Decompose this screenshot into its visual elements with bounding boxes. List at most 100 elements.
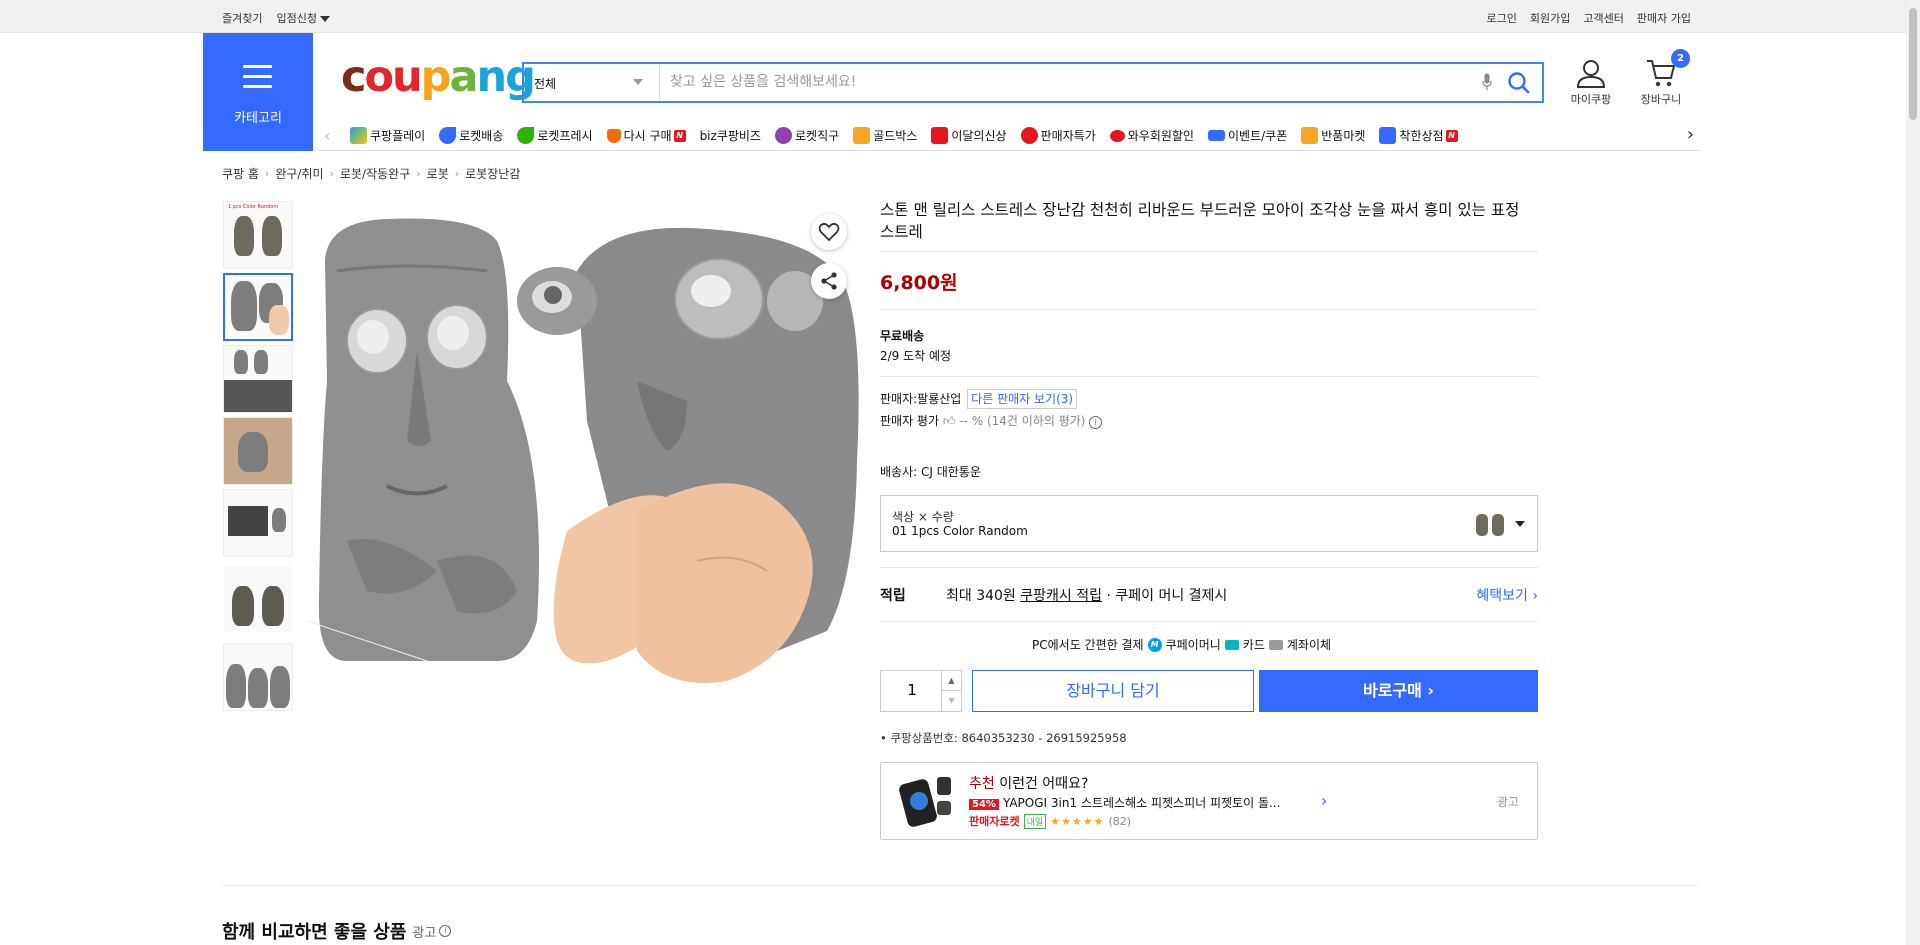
scrollbar-thumb[interactable] xyxy=(1909,8,1917,120)
nav-label: 와우회원할인 xyxy=(1127,129,1194,143)
microphone-icon[interactable] xyxy=(1482,73,1492,91)
breadcrumb-item[interactable]: 쿠팡 홈 xyxy=(222,165,259,182)
recommendation-ad[interactable]: 추천 이런건 어때요? 54% YAPOGI 3in1 스트레스해소 피젯스피너 … xyxy=(880,762,1538,840)
benefits-button[interactable]: 혜택보기 › xyxy=(1476,585,1538,605)
caret-down-icon xyxy=(319,16,330,22)
chevron-down-icon xyxy=(1515,521,1525,527)
favorites-link[interactable]: 즐겨찾기 xyxy=(222,10,262,26)
option-select[interactable]: 색상 × 수량 01 1pcs Color Random xyxy=(880,495,1538,552)
nav-return-market[interactable]: 반품마켓 xyxy=(1301,127,1365,144)
nav-good-store[interactable]: 착한상점 N xyxy=(1379,127,1458,144)
arrival-date: 2/9 도착 예정 xyxy=(880,349,952,363)
product-main-image[interactable] xyxy=(307,201,864,745)
quantity-input[interactable] xyxy=(881,681,943,699)
info-icon[interactable]: i xyxy=(439,925,452,937)
breadcrumb: 쿠팡 홈 › 완구/취미 › 로봇/작동완구 › 로봇 › 로봇장난감 xyxy=(222,165,520,182)
search-category-value: 전체 xyxy=(534,77,557,91)
seller-label: 판매자: xyxy=(880,392,918,406)
logo-letter-a: a xyxy=(449,52,478,102)
nav-seller-deals[interactable]: 판매자특가 xyxy=(1020,127,1096,144)
product-thumbnail[interactable] xyxy=(223,489,293,557)
bank-icon xyxy=(1268,639,1283,650)
compare-section-title: 함께 비교하면 좋을 상품 광고 i xyxy=(222,918,452,944)
percent-icon xyxy=(1020,127,1038,144)
breadcrumb-item[interactable]: 로봇장난감 xyxy=(465,165,520,182)
cart-label: 장바구니 xyxy=(1640,93,1682,106)
product-title: 스톤 맨 릴리스 스트레스 장난감 천천히 리바운드 부드러운 모아이 조각상 … xyxy=(880,201,1520,241)
info-icon[interactable]: i xyxy=(1089,416,1103,429)
quantity-decrease-icon[interactable]: ▼ xyxy=(941,691,961,711)
buy-now-button[interactable]: 바로구매 › xyxy=(1259,670,1538,712)
recommended-product-meta: 판매자로켓 내일 ★★★★★ (82) xyxy=(969,813,1131,829)
nav-label: 반품마켓 xyxy=(1321,129,1366,143)
my-coupang-button[interactable]: 마이쿠팡 xyxy=(1565,58,1617,107)
chevron-down-icon xyxy=(633,79,643,85)
divider xyxy=(880,251,1538,252)
my-coupang-label: 마이쿠팡 xyxy=(1570,93,1612,106)
nav-next-arrow-icon[interactable]: › xyxy=(1687,124,1694,145)
breadcrumb-item[interactable]: 완구/취미 xyxy=(275,165,323,182)
moai-squeeze-toy-illustration xyxy=(307,218,859,683)
nav-rocket-delivery[interactable]: 로켓배송 xyxy=(439,127,503,144)
divider xyxy=(880,376,1538,377)
search-icon[interactable] xyxy=(1506,70,1532,96)
nav-goldbox[interactable]: 골드박스 xyxy=(853,127,917,144)
nav-coupang-biz[interactable]: biz쿠팡비즈 xyxy=(700,127,761,144)
product-thumbnail[interactable]: 1 pcs Color Random xyxy=(223,201,293,269)
product-thumbnail-selected[interactable] xyxy=(223,273,293,341)
wishlist-button[interactable] xyxy=(811,214,847,250)
signup-link[interactable]: 회원가입 xyxy=(1530,10,1570,26)
reward-condition: · 쿠페이 머니 결제시 xyxy=(1102,588,1228,604)
nav-rebuy[interactable]: 다시 구매 N xyxy=(606,127,686,144)
coupon-icon xyxy=(1207,130,1225,141)
share-button[interactable] xyxy=(811,263,847,299)
payment-methods: PC에서도 간편한 결제 M 쿠페이머니 카드 계좌이체 xyxy=(1032,636,1331,653)
breadcrumb-item[interactable]: 로봇/작동완구 xyxy=(340,165,410,182)
seller-signup-link[interactable]: 판매자 가입 xyxy=(1637,10,1691,26)
nav-rocket-fresh[interactable]: 로켓프레시 xyxy=(517,127,593,144)
product-thumbnail[interactable] xyxy=(223,417,293,485)
rocket-fresh-icon xyxy=(517,127,535,144)
nav-monthly-new[interactable]: 이달의신상 xyxy=(931,127,1007,144)
coupang-logo[interactable]: coupang xyxy=(341,52,536,102)
nav-coupang-play[interactable]: 쿠팡플레이 xyxy=(350,127,425,144)
divider xyxy=(880,567,1538,568)
cart-button[interactable]: 2 장바구니 xyxy=(1633,49,1690,107)
product-thumbnail[interactable] xyxy=(223,565,293,633)
nav-label: 이달의신상 xyxy=(951,129,1007,143)
breadcrumb-item[interactable]: 로봇 xyxy=(427,165,449,182)
chevron-right-icon: › xyxy=(329,167,334,180)
chevron-right-icon: › xyxy=(264,167,270,180)
tomorrow-badge: 내일 xyxy=(1023,813,1047,829)
chevron-right-icon[interactable]: › xyxy=(1321,791,1327,810)
chevron-right-icon: › xyxy=(454,167,460,180)
seller-apply-label: 입점신청 xyxy=(276,12,317,25)
thumbs-up-icon: 👍︎ xyxy=(942,414,956,428)
nav-wow-discount[interactable]: 와우회원할인 xyxy=(1109,127,1194,144)
other-sellers-button[interactable]: 다른 판매자 보기(3) xyxy=(967,389,1078,409)
nav-prev-arrow-icon[interactable]: ‹ xyxy=(324,126,330,145)
logo-letter-c: c xyxy=(341,52,366,102)
quantity-increase-icon[interactable]: ▲ xyxy=(941,671,961,691)
nav-label: 판매자특가 xyxy=(1040,129,1096,143)
coupay-money-label: 쿠페이머니 xyxy=(1165,638,1221,652)
compare-ad-label: 광고 xyxy=(412,925,437,941)
login-link[interactable]: 로그인 xyxy=(1487,10,1517,26)
page-scrollbar[interactable] xyxy=(1906,0,1920,945)
wow-icon xyxy=(1109,129,1125,142)
top-utility-bar: 즐겨찾기 입점신청 로그인 회원가입 고객센터 판매자 가입 xyxy=(0,0,1920,33)
search-input[interactable] xyxy=(670,70,1450,94)
coupang-cash-link[interactable]: 쿠팡캐시 적립 xyxy=(1020,588,1102,604)
reward-label: 적립 xyxy=(880,588,906,604)
product-number-text: 쿠팡상품번호: 8640353230 - 26915925958 xyxy=(890,731,1127,745)
customer-center-link[interactable]: 고객센터 xyxy=(1583,10,1623,26)
product-thumbnail[interactable] xyxy=(223,643,293,711)
search-category-select[interactable]: 전체 xyxy=(524,64,660,101)
seller-apply-link[interactable]: 입점신청 xyxy=(276,10,330,26)
nav-rocket-global[interactable]: 로켓직구 xyxy=(774,127,839,144)
nav-events-coupons[interactable]: 이벤트/쿠폰 xyxy=(1207,127,1287,144)
add-to-cart-button[interactable]: 장바구니 담기 xyxy=(972,670,1254,712)
product-thumbnail[interactable] xyxy=(223,345,293,413)
category-button[interactable]: 카테고리 xyxy=(203,33,313,151)
chevron-right-icon: › xyxy=(416,167,421,180)
